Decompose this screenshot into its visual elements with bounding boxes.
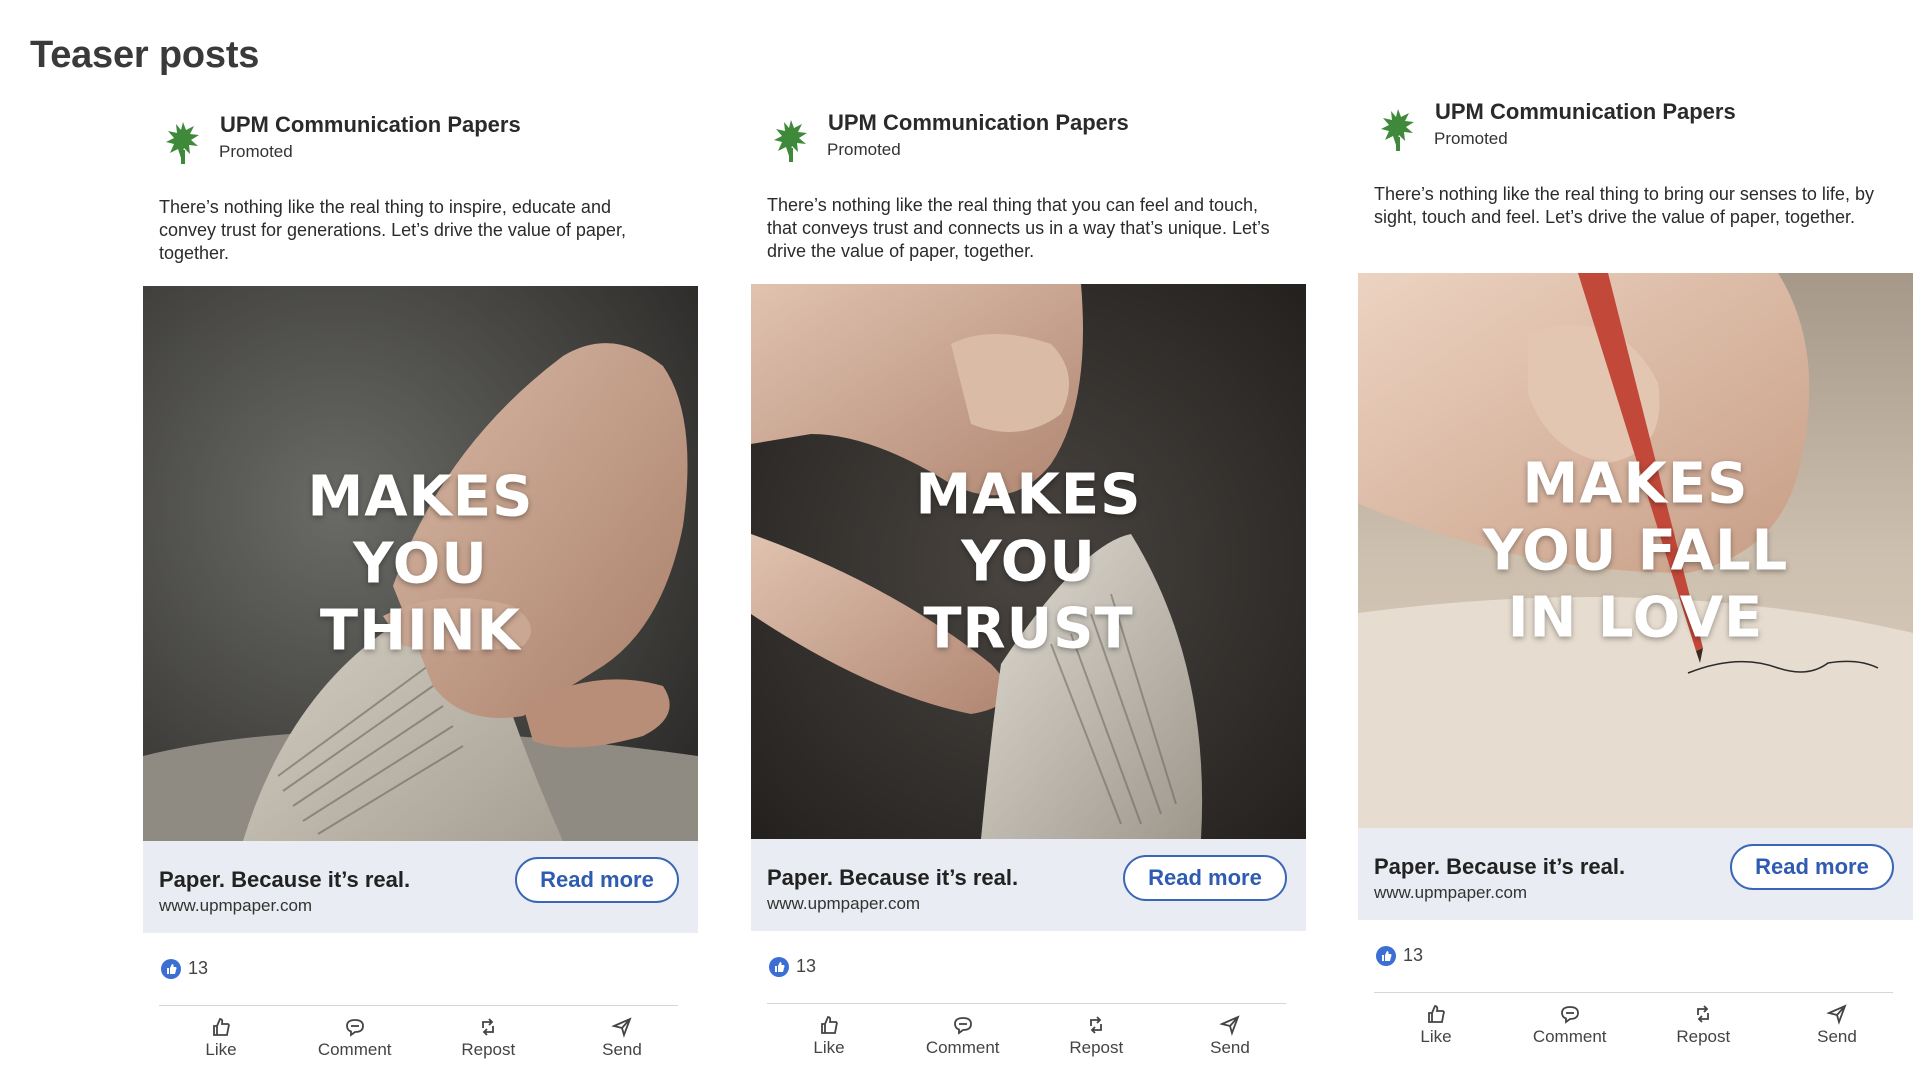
comment-icon bbox=[345, 1019, 364, 1037]
headline-line: TRUST bbox=[923, 596, 1134, 661]
headline-line: YOU FALL bbox=[1482, 518, 1789, 583]
post-text: There’s nothing like the real thing to b… bbox=[1374, 184, 1874, 227]
comment-icon bbox=[1560, 1006, 1579, 1024]
upm-logo-icon[interactable] bbox=[1378, 107, 1418, 153]
teaser-post-2: UPM Communication Papers Promoted There’… bbox=[751, 110, 1306, 1064]
company-name[interactable]: UPM Communication Papers bbox=[828, 110, 1129, 136]
promoted-label: Promoted bbox=[219, 142, 293, 161]
reaction-count[interactable]: 13 bbox=[796, 956, 816, 977]
like-button[interactable]: Like bbox=[779, 1004, 879, 1064]
post-image[interactable]: MAKES YOU THINK bbox=[143, 286, 698, 841]
like-reaction-icon[interactable] bbox=[161, 959, 181, 979]
headline-line: THINK bbox=[319, 598, 522, 663]
headline-line: MAKES bbox=[915, 462, 1142, 527]
post-text: There’s nothing like the real thing that… bbox=[767, 195, 1270, 261]
comment-icon bbox=[953, 1017, 972, 1035]
comment-button[interactable]: Comment bbox=[1520, 993, 1620, 1053]
image-headline: MAKES YOU THINK bbox=[143, 463, 698, 664]
promoted-label: Promoted bbox=[827, 140, 901, 159]
upm-logo-icon[interactable] bbox=[771, 118, 811, 164]
send-icon bbox=[611, 1017, 632, 1038]
repost-button[interactable]: Repost bbox=[1046, 1004, 1146, 1064]
read-more-button[interactable]: Read more bbox=[1730, 844, 1894, 890]
reactions-row: 13 bbox=[751, 931, 1306, 987]
send-label: Send bbox=[602, 1040, 642, 1059]
repost-button[interactable]: Repost bbox=[1653, 993, 1753, 1053]
comment-label: Comment bbox=[317, 1040, 392, 1059]
cta-bar[interactable]: Paper. Because it’s real. www.upmpaper.c… bbox=[1358, 828, 1913, 920]
post-header: UPM Communication Papers Promoted bbox=[751, 110, 1306, 172]
page-title: Teaser posts bbox=[30, 34, 260, 76]
repost-label: Repost bbox=[1069, 1038, 1124, 1057]
send-label: Send bbox=[1817, 1027, 1857, 1046]
cta-url[interactable]: www.upmpaper.com bbox=[159, 896, 312, 916]
repost-icon bbox=[1090, 1016, 1103, 1034]
reaction-count[interactable]: 13 bbox=[1403, 945, 1423, 966]
upm-logo-icon[interactable] bbox=[163, 120, 203, 166]
teaser-post-1: UPM Communication Papers Promoted There’… bbox=[143, 112, 698, 1066]
action-bar: Like Comment Repost Send bbox=[143, 1006, 698, 1066]
reactions-row: 13 bbox=[143, 933, 698, 989]
cta-bar[interactable]: Paper. Because it’s real. www.upmpaper.c… bbox=[143, 841, 698, 933]
like-label: Like bbox=[205, 1040, 237, 1059]
reactions-row: 13 bbox=[1358, 920, 1913, 976]
promoted-label: Promoted bbox=[1434, 129, 1508, 148]
send-icon bbox=[1826, 1004, 1847, 1025]
image-headline: MAKES YOU TRUST bbox=[751, 461, 1306, 662]
cta-title[interactable]: Paper. Because it’s real. bbox=[1374, 854, 1625, 880]
post-header: UPM Communication Papers Promoted bbox=[143, 112, 698, 174]
post-image[interactable]: MAKES YOU TRUST bbox=[751, 284, 1306, 839]
post-text: There’s nothing like the real thing to i… bbox=[159, 197, 626, 263]
repost-button[interactable]: Repost bbox=[438, 1006, 538, 1066]
send-button[interactable]: Send bbox=[1180, 1004, 1280, 1064]
repost-icon bbox=[1697, 1005, 1710, 1023]
post-image[interactable]: MAKES YOU FALL IN LOVE bbox=[1358, 273, 1913, 828]
send-label: Send bbox=[1210, 1038, 1250, 1057]
action-bar: Like Comment Repost Send bbox=[751, 1004, 1306, 1064]
like-label: Like bbox=[1420, 1027, 1452, 1046]
repost-icon bbox=[482, 1018, 495, 1036]
company-name[interactable]: UPM Communication Papers bbox=[1435, 99, 1736, 125]
like-button[interactable]: Like bbox=[171, 1006, 271, 1066]
like-reaction-icon[interactable] bbox=[1376, 946, 1396, 966]
post-header: UPM Communication Papers Promoted bbox=[1358, 99, 1913, 161]
cta-title[interactable]: Paper. Because it’s real. bbox=[767, 865, 1018, 891]
comment-button[interactable]: Comment bbox=[913, 1004, 1013, 1064]
action-bar: Like Comment Repost Send bbox=[1358, 993, 1913, 1053]
send-button[interactable]: Send bbox=[572, 1006, 672, 1066]
image-headline: MAKES YOU FALL IN LOVE bbox=[1358, 450, 1913, 651]
comment-button[interactable]: Comment bbox=[305, 1006, 405, 1066]
headline-line: MAKES bbox=[1522, 451, 1749, 516]
company-name[interactable]: UPM Communication Papers bbox=[220, 112, 521, 138]
thumbs-up-icon bbox=[213, 1018, 230, 1036]
send-icon bbox=[1219, 1015, 1240, 1036]
send-button[interactable]: Send bbox=[1787, 993, 1887, 1053]
cta-bar[interactable]: Paper. Because it’s real. www.upmpaper.c… bbox=[751, 839, 1306, 931]
like-button[interactable]: Like bbox=[1386, 993, 1486, 1053]
thumbs-up-icon bbox=[1428, 1005, 1445, 1023]
thumbs-up-icon bbox=[821, 1016, 838, 1034]
read-more-button[interactable]: Read more bbox=[1123, 855, 1287, 901]
headline-line: IN LOVE bbox=[1507, 585, 1764, 650]
comment-label: Comment bbox=[925, 1038, 1000, 1057]
headline-line: YOU bbox=[961, 529, 1096, 594]
like-label: Like bbox=[813, 1038, 845, 1057]
repost-label: Repost bbox=[1676, 1027, 1731, 1046]
headline-line: YOU bbox=[353, 531, 488, 596]
cta-title[interactable]: Paper. Because it’s real. bbox=[159, 867, 410, 893]
reaction-count[interactable]: 13 bbox=[188, 958, 208, 979]
like-reaction-icon[interactable] bbox=[769, 957, 789, 977]
cta-url[interactable]: www.upmpaper.com bbox=[767, 894, 920, 914]
teaser-post-3: UPM Communication Papers Promoted There’… bbox=[1358, 99, 1913, 1053]
read-more-button[interactable]: Read more bbox=[515, 857, 679, 903]
repost-label: Repost bbox=[461, 1040, 516, 1059]
headline-line: MAKES bbox=[307, 464, 534, 529]
cta-url[interactable]: www.upmpaper.com bbox=[1374, 883, 1527, 903]
comment-label: Comment bbox=[1532, 1027, 1607, 1046]
